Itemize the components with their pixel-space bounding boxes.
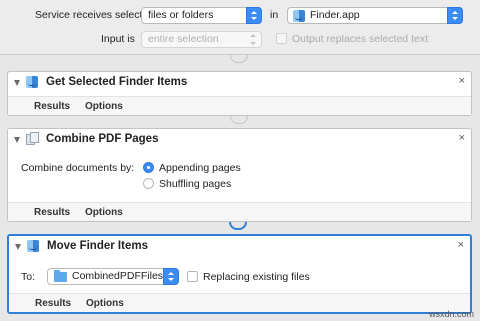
- replacing-existing-files-checkbox[interactable]: [187, 271, 198, 282]
- action-get-selected-finder-items[interactable]: Get Selected Finder Items × Results Opti…: [7, 71, 472, 116]
- input-type-value: entire selection: [148, 33, 219, 45]
- action-combine-pdf-pages[interactable]: Combine PDF Pages × Combine documents by…: [7, 128, 472, 222]
- service-header: Service receives selected files or folde…: [0, 0, 480, 55]
- tab-results[interactable]: Results: [35, 298, 71, 309]
- combine-by-label: Combine documents by:: [21, 162, 135, 174]
- destination-folder-select[interactable]: CombinedPDFFiles: [47, 268, 179, 285]
- action-tabs: Results Options: [8, 96, 471, 115]
- close-icon[interactable]: ×: [459, 75, 465, 87]
- action-title: Get Selected Finder Items: [46, 76, 188, 88]
- tab-options[interactable]: Options: [85, 207, 123, 218]
- destination-stepper-icon: [163, 268, 179, 285]
- shuffling-pages-radio[interactable]: [143, 178, 154, 189]
- disclosure-triangle-icon[interactable]: [14, 80, 20, 86]
- finder-icon: [293, 10, 305, 22]
- application-stepper-icon: [447, 7, 463, 24]
- finder-icon: [27, 240, 39, 252]
- application-select[interactable]: Finder.app: [287, 7, 463, 24]
- tab-results[interactable]: Results: [34, 101, 70, 112]
- close-icon[interactable]: ×: [458, 239, 464, 251]
- close-icon[interactable]: ×: [459, 132, 465, 144]
- disclosure-triangle-icon[interactable]: [14, 137, 20, 143]
- watermark-text: wsxdn.com: [428, 309, 474, 319]
- tab-options[interactable]: Options: [85, 101, 123, 112]
- disclosure-triangle-icon[interactable]: [15, 244, 21, 250]
- action-title: Move Finder Items: [47, 240, 148, 252]
- service-type-select[interactable]: files or folders: [141, 7, 262, 24]
- service-type-stepper-icon: [246, 7, 262, 24]
- to-label: To:: [21, 271, 36, 283]
- action-move-finder-items[interactable]: Move Finder Items × To: CombinedPDFFiles…: [7, 234, 472, 314]
- header-connector: [230, 55, 248, 63]
- input-type-stepper-icon: [246, 31, 262, 48]
- input-type-select[interactable]: entire selection: [141, 31, 262, 48]
- output-replaces-checkbox[interactable]: [276, 33, 287, 44]
- action-connector: [230, 116, 248, 124]
- in-label: in: [270, 9, 279, 21]
- pdf-pages-icon: [26, 132, 40, 145]
- application-value: Finder.app: [310, 9, 360, 21]
- action-title: Combine PDF Pages: [46, 133, 159, 145]
- tab-results[interactable]: Results: [34, 207, 70, 218]
- destination-folder-value: CombinedPDFFiles: [72, 270, 164, 282]
- appending-pages-label: Appending pages: [159, 162, 241, 174]
- finder-icon: [26, 76, 38, 88]
- action-tabs: Results Options: [8, 202, 471, 221]
- replacing-existing-files-label: Replacing existing files: [203, 271, 310, 283]
- action-connector-selected: [229, 222, 247, 230]
- action-tabs: Results Options: [9, 293, 470, 312]
- appending-pages-radio[interactable]: [143, 162, 154, 173]
- service-type-value: files or folders: [148, 9, 214, 21]
- output-replaces-label: Output replaces selected text: [292, 33, 428, 45]
- tab-options[interactable]: Options: [86, 298, 124, 309]
- shuffling-pages-label: Shuffling pages: [159, 178, 232, 190]
- service-receives-label: Service receives selected: [35, 9, 155, 21]
- folder-icon: [54, 270, 67, 282]
- input-is-label: Input is: [101, 33, 135, 45]
